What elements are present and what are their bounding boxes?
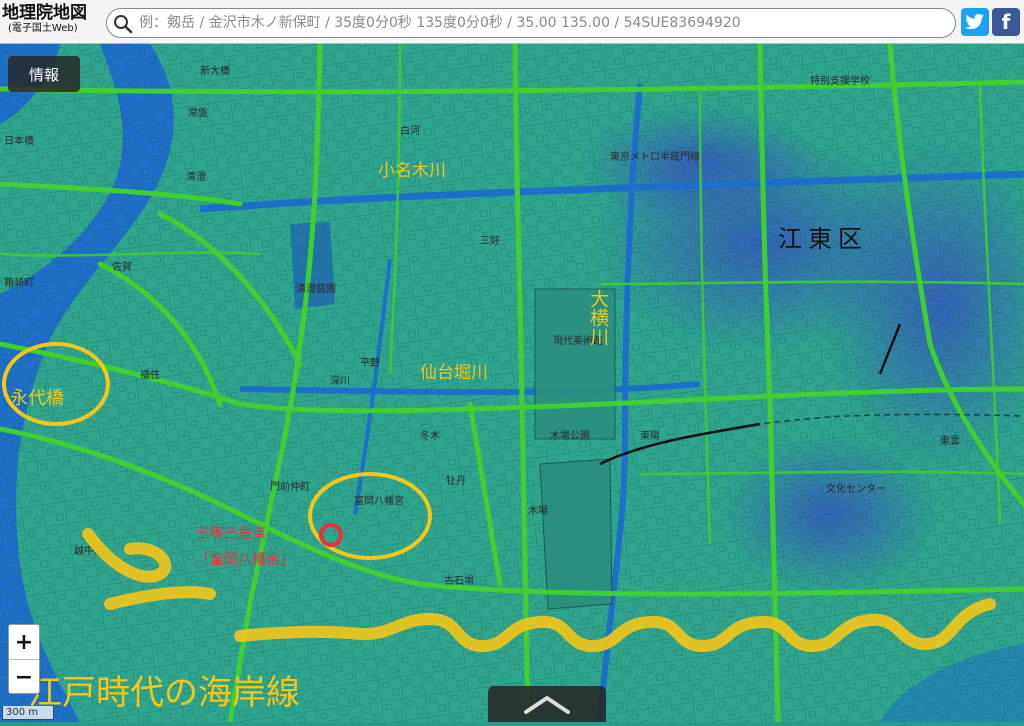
zoom-in-button[interactable]: +	[9, 625, 39, 660]
eitaibashi-label: 永代橋	[10, 388, 64, 409]
scale-bar: 300 m	[2, 706, 54, 720]
triangulation-label: 三等三角点	[196, 525, 266, 542]
facebook-icon: f	[1001, 10, 1011, 34]
triangulation-sub-label: 「富岡八幡宮」	[196, 551, 294, 568]
street-label: 三好	[480, 235, 500, 247]
map-canvas[interactable]: 常盤 清澄庭園 東京メトロ半蔵門線 現代美術館 木場公園 富岡八幡宮 清澄 平野…	[0, 44, 1024, 722]
street-label: 常盤	[188, 106, 208, 119]
twitter-share-button[interactable]	[961, 8, 989, 36]
sendaiborigawa-label: 仙台堀川	[420, 363, 488, 383]
info-button[interactable]: 情報	[8, 56, 80, 92]
search-input[interactable]	[139, 12, 949, 34]
street-label: 佐賀	[112, 261, 132, 273]
street-label: 古石場	[444, 574, 474, 587]
street-label: 福住	[140, 368, 160, 381]
koto-ku-label: 江東区	[778, 225, 868, 253]
zoom-out-button[interactable]: −	[9, 660, 39, 694]
facebook-share-button[interactable]: f	[992, 8, 1020, 36]
street-label: 東陽	[640, 429, 660, 442]
street-label: 木場公園	[550, 429, 590, 442]
street-label: 木場	[528, 504, 548, 517]
street-label: 特別支援学校	[810, 74, 870, 87]
street-label: 門前仲町	[270, 480, 310, 493]
street-label: 文化センター	[826, 482, 886, 495]
street-label: 箱崎町	[4, 276, 34, 289]
street-label: 深川	[330, 375, 350, 387]
coastline-label: 江戸時代の海岸線	[28, 673, 300, 713]
street-label: 冬木	[420, 429, 440, 442]
yokojikkengawa-label: 大横川	[587, 289, 609, 346]
search-icon[interactable]	[113, 14, 133, 34]
header-bar: 地理院地図 (電子国土Web) f	[0, 0, 1024, 44]
kiba-park	[539, 458, 613, 610]
bottom-panel-toggle[interactable]	[488, 686, 606, 722]
onagigawa-label: 小名木川	[378, 161, 446, 181]
search-box[interactable]	[106, 8, 956, 38]
street-label: 東雲	[940, 434, 960, 447]
map-svg[interactable]: 常盤 清澄庭園 東京メトロ半蔵門線 現代美術館 木場公園 富岡八幡宮 清澄 平野…	[0, 44, 1024, 722]
chevron-up-icon	[524, 696, 570, 714]
zoom-control: + −	[8, 624, 40, 694]
twitter-bird-icon	[965, 13, 985, 30]
logo-title: 地理院地図	[2, 3, 87, 23]
street-label: 白河	[400, 124, 420, 137]
street-label: 清澄庭園	[296, 282, 336, 295]
street-label: 牡丹	[446, 474, 466, 487]
app-logo[interactable]: 地理院地図 (電子国土Web)	[2, 3, 102, 41]
street-label: 平野	[360, 357, 380, 369]
street-label: 富岡八幡宮	[354, 494, 404, 507]
logo-subtitle: (電子国土Web)	[8, 23, 78, 34]
street-label: 新大橋	[200, 64, 230, 77]
street-label: 清澄	[186, 170, 206, 183]
street-label: 東京メトロ半蔵門線	[610, 150, 700, 163]
street-label: 日本橋	[4, 134, 34, 147]
